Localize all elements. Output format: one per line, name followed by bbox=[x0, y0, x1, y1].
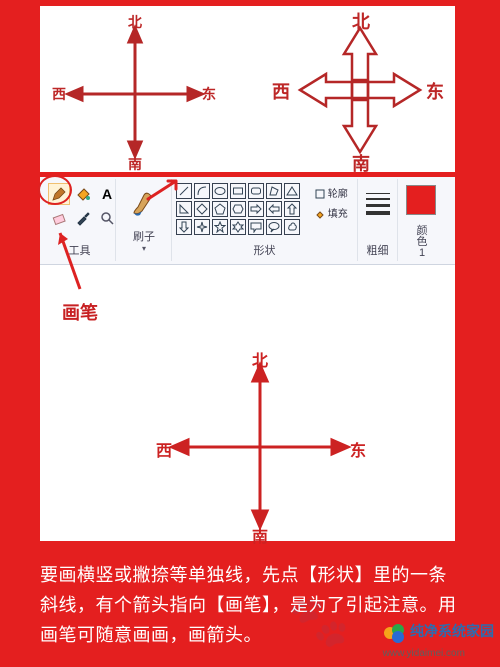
brush-label: 刷子 bbox=[124, 228, 164, 244]
outline-label: 轮廓 bbox=[328, 189, 348, 200]
eraser-icon bbox=[51, 210, 67, 226]
compass-label-west: 西 bbox=[156, 437, 172, 461]
compass-thin-arrows: 北 南 西 东 bbox=[50, 14, 210, 164]
compass-block-svg bbox=[270, 10, 450, 170]
compass-label-north: 北 bbox=[352, 8, 370, 34]
shapes-outline-option[interactable]: 轮廓 bbox=[315, 185, 355, 200]
shape-diamond[interactable] bbox=[194, 201, 210, 217]
compass-block-arrows: 北 南 西 东 bbox=[270, 10, 450, 170]
shape-triangle[interactable] bbox=[284, 183, 300, 199]
size-dropdown[interactable] bbox=[366, 189, 390, 219]
watermark-brand: 纯净系统家园 bbox=[410, 623, 494, 639]
tool-magnifier[interactable] bbox=[96, 207, 118, 229]
ribbon-label-color1: 颜 色 1 bbox=[398, 226, 446, 259]
shape-hexagon[interactable] bbox=[230, 201, 246, 217]
ribbon-group-shapes: 轮廓 填充 形状 bbox=[172, 179, 358, 261]
shape-callout-cloud[interactable] bbox=[284, 219, 300, 235]
compass-label-west: 西 bbox=[52, 84, 66, 104]
shape-callout-rect[interactable] bbox=[248, 219, 264, 235]
shape-star5[interactable] bbox=[212, 219, 228, 235]
ribbon-label-size: 粗细 bbox=[358, 242, 397, 258]
shape-callout-oval[interactable] bbox=[266, 219, 282, 235]
compass-label-south: 南 bbox=[128, 154, 142, 174]
fill-icon bbox=[315, 209, 325, 219]
compass-label-south: 南 bbox=[252, 523, 268, 547]
paint-ribbon: A 工具 刷子 ▾ bbox=[40, 177, 455, 265]
ribbon-group-size: 粗细 bbox=[358, 179, 398, 261]
compass-label-south: 南 bbox=[352, 150, 370, 176]
tool-dropper[interactable] bbox=[72, 207, 94, 229]
watermark-url: www.yidaimei.com bbox=[383, 648, 465, 659]
bucket-icon bbox=[75, 186, 91, 202]
compass-lower: 北 南 西 东 bbox=[150, 353, 370, 541]
tool-fill[interactable] bbox=[72, 183, 94, 205]
tool-eraser[interactable] bbox=[48, 207, 70, 229]
color1-swatch[interactable] bbox=[406, 185, 436, 215]
paint-panel: A 工具 刷子 ▾ bbox=[40, 177, 455, 541]
shapes-fill-option[interactable]: 填充 bbox=[315, 205, 355, 220]
watermark-paw-icon: 🐾 bbox=[288, 592, 350, 651]
shape-arrow-left[interactable] bbox=[266, 201, 282, 217]
outline-icon bbox=[315, 189, 325, 199]
compass-label-north: 北 bbox=[252, 347, 268, 371]
compass-thin-svg bbox=[50, 14, 220, 170]
watermark: 纯净系统家园 www.yidaimei.com bbox=[383, 621, 494, 659]
shape-star6[interactable] bbox=[230, 219, 246, 235]
shape-polygon[interactable] bbox=[266, 183, 282, 199]
annotation-arrow-to-pencil bbox=[50, 231, 90, 301]
ribbon-label-shapes: 形状 bbox=[172, 242, 357, 258]
fill-label: 填充 bbox=[328, 209, 348, 220]
shape-arrow-up[interactable] bbox=[284, 201, 300, 217]
shape-rect[interactable] bbox=[230, 183, 246, 199]
shape-arrow-right[interactable] bbox=[248, 201, 264, 217]
compass-label-north: 北 bbox=[128, 12, 142, 32]
compass-label-west: 西 bbox=[272, 78, 290, 104]
dropper-icon bbox=[75, 210, 91, 226]
callout-brush: 画笔 bbox=[62, 299, 98, 325]
shape-star4[interactable] bbox=[194, 219, 210, 235]
annotation-oval-pencil bbox=[38, 175, 72, 205]
magnifier-icon bbox=[99, 210, 115, 226]
shape-roundrect[interactable] bbox=[248, 183, 264, 199]
shape-arrow-down[interactable] bbox=[176, 219, 192, 235]
chevron-down-icon: ▾ bbox=[124, 244, 164, 253]
watermark-logo-icon bbox=[383, 621, 407, 645]
compass-label-east: 东 bbox=[202, 84, 216, 104]
annotation-arrow-to-line bbox=[146, 177, 186, 205]
compass-label-east: 东 bbox=[426, 78, 444, 104]
shape-pentagon[interactable] bbox=[212, 201, 228, 217]
tool-text[interactable]: A bbox=[96, 183, 118, 205]
compass-label-east: 东 bbox=[350, 437, 366, 461]
compass-lower-svg bbox=[150, 353, 370, 539]
shape-oval[interactable] bbox=[212, 183, 228, 199]
example-panel-top: 北 南 西 东 北 南 西 东 bbox=[40, 6, 455, 172]
shapes-gallery[interactable] bbox=[176, 183, 310, 239]
ribbon-group-color1: 颜 色 1 bbox=[398, 179, 446, 261]
text-icon: A bbox=[102, 186, 112, 202]
shape-curve[interactable] bbox=[194, 183, 210, 199]
